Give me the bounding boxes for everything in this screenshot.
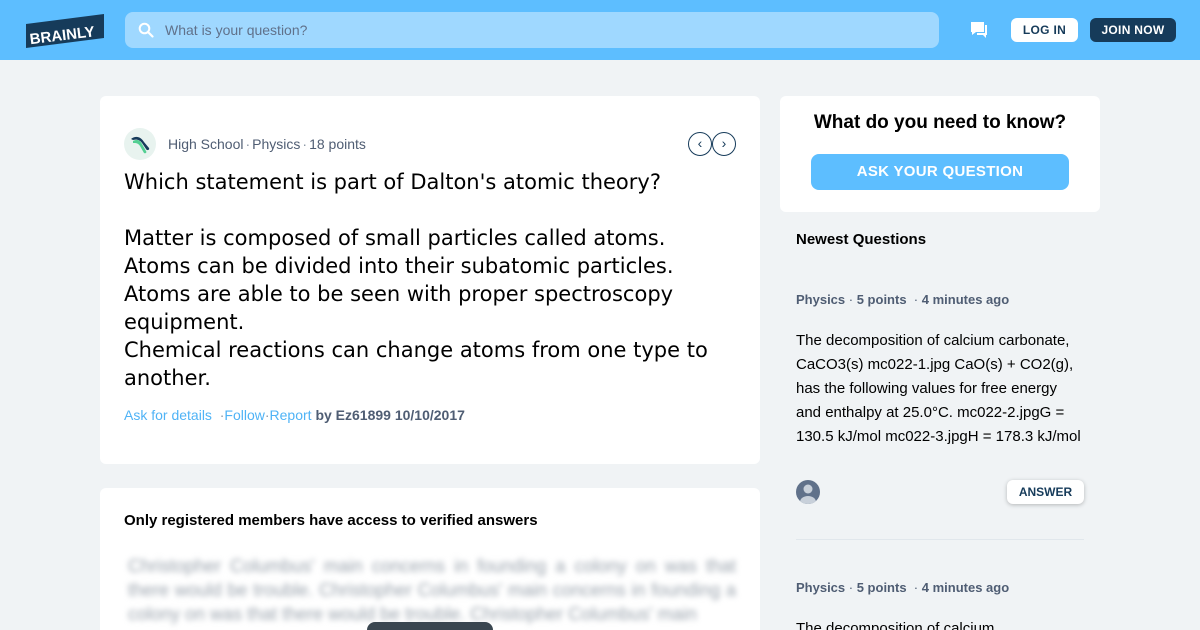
points-badge: 18 points [309, 136, 366, 152]
ask-for-details-link[interactable]: Ask for details [124, 407, 212, 423]
question-line: equipment. [124, 310, 245, 334]
follow-link[interactable]: Follow [224, 407, 264, 423]
time-label: 4 minutes ago [921, 580, 1010, 595]
author-info: by Ez61899 10/10/2017 [315, 407, 465, 423]
messages-icon[interactable] [969, 20, 989, 40]
question-line: Chemical reactions can change atoms from… [124, 338, 708, 362]
registered-only-notice: Only registered members have access to v… [124, 512, 538, 529]
report-link[interactable]: Report [270, 407, 312, 423]
subject-label: Physics [796, 292, 846, 307]
newest-question-item[interactable]: Physics · 5 points · 4 minutes ago The d… [796, 580, 1086, 630]
user-avatar-icon [800, 484, 816, 504]
physics-subject-icon [124, 128, 156, 160]
search-input[interactable] [165, 12, 925, 48]
join-now-button[interactable]: JOIN NOW [1090, 18, 1176, 42]
avatar[interactable] [796, 480, 820, 504]
search-bar[interactable] [125, 12, 939, 48]
question-line: Atoms are able to be seen with proper sp… [124, 282, 674, 306]
blurred-answer-text: Christopher Columbus' main concerns in f… [128, 556, 736, 624]
question-line: Atoms can be divided into their subatomi… [124, 254, 674, 278]
answer-button[interactable]: ANSWER [1007, 480, 1084, 504]
previous-question-button[interactable]: ‹ [688, 132, 712, 156]
divider [796, 539, 1084, 540]
answer-card: Only registered members have access to v… [100, 488, 760, 630]
points-label: 5 points [856, 580, 907, 595]
newest-question-text[interactable]: The decomposition of calcium carbonate, … [796, 329, 1086, 449]
chevron-left-icon: ‹ [697, 135, 703, 151]
question-actions: Ask for details ·Follow·Report by Ez6189… [124, 407, 465, 423]
login-button[interactable]: LOG IN [1011, 18, 1078, 42]
ask-your-question-button[interactable]: ASK YOUR QUESTION [811, 154, 1069, 190]
time-label: 4 minutes ago [921, 292, 1010, 307]
question-card: High School · Physics · 18 points ‹ › Which … [100, 96, 760, 464]
subject-label: Physics [796, 580, 846, 595]
question-meta: High School · Physics · 18 points [168, 136, 366, 152]
ask-question-card: What do you need to know? ASK YOUR QUEST… [780, 96, 1100, 212]
newest-questions-heading: Newest Questions [796, 231, 927, 248]
newest-question-meta: Physics · 5 points · 4 minutes ago [796, 580, 1010, 595]
newest-question-text[interactable]: The decomposition of calcium [796, 617, 1086, 630]
unlock-answer-button[interactable] [367, 622, 493, 630]
question-line: another. [124, 366, 211, 390]
newest-question-meta: Physics · 5 points · 4 minutes ago [796, 292, 1010, 307]
top-navigation-bar: BRAINLY LOG IN JOIN NOW [0, 0, 1200, 60]
chevron-right-icon: › [721, 135, 727, 151]
points-label: 5 points [856, 292, 907, 307]
search-icon [138, 22, 154, 38]
question-title: Which statement is part of Dalton's atom… [124, 170, 661, 194]
newest-question-item[interactable]: Physics · 5 points · 4 minutes ago The d… [796, 292, 1086, 449]
subject-link[interactable]: Physics [252, 136, 300, 152]
ask-card-title: What do you need to know? [813, 112, 1067, 133]
brainly-logo[interactable]: BRAINLY [24, 14, 106, 48]
question-line: Matter is composed of small particles ca… [124, 226, 666, 250]
question-text: Which statement is part of Dalton's atom… [124, 168, 734, 392]
level-link[interactable]: High School [168, 136, 244, 152]
next-question-button[interactable]: › [712, 132, 736, 156]
